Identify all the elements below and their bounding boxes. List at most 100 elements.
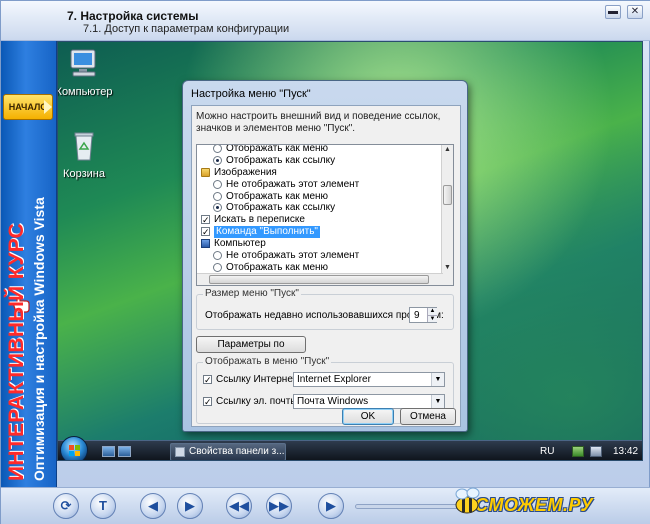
previous-button[interactable]: ◀ <box>140 493 166 519</box>
volume-tray-icon[interactable] <box>590 446 602 457</box>
tree-item-label: Не отображать этот элемент <box>226 250 360 262</box>
tree-vertical-scrollbar[interactable]: ▲ ▼ <box>441 145 453 285</box>
rewind-button[interactable]: ◀◀ <box>226 493 252 519</box>
scroll-thumb[interactable] <box>443 185 452 205</box>
group-label: Размер меню "Пуск" <box>203 288 301 299</box>
taskbar-clock[interactable]: 13:42 <box>613 446 638 457</box>
computer-icon <box>70 49 96 77</box>
tree-item[interactable]: Не отображать этот элемент <box>197 250 443 262</box>
taskbar: Свойства панели з... RU 13:42 <box>58 436 642 460</box>
app-window: 7. Настройка системы 7.1. Доступ к парам… <box>0 0 650 524</box>
close-button[interactable]: ✕ <box>627 5 643 19</box>
minimize-button[interactable]: ▬ <box>605 5 621 19</box>
tree-item[interactable]: Отображать как ссылку <box>197 155 443 167</box>
section-title: 7.1. Доступ к параметрам конфигурации <box>83 23 290 35</box>
radio-button[interactable] <box>213 251 222 261</box>
tree-item[interactable]: Отображать как меню <box>197 191 443 203</box>
start-tab-label: НАЧАЛО <box>8 102 48 112</box>
spin-up-icon[interactable]: ▲ <box>427 308 437 315</box>
menu-size-group: Размер меню "Пуск" Отображать недавно ис… <box>196 288 454 330</box>
network-tray-icon[interactable] <box>572 446 584 457</box>
recent-programs-label: Отображать недавно использовавшихся прог… <box>205 310 444 321</box>
email-client-select[interactable]: Почта Windows ▼ <box>293 394 445 409</box>
chevron-down-icon[interactable]: ▼ <box>431 395 444 408</box>
radio-button[interactable] <box>213 155 222 165</box>
tree-item[interactable]: Изображения <box>197 167 443 179</box>
radio-button[interactable] <box>213 191 222 201</box>
tree-item-label: Искать в переписке <box>214 214 305 226</box>
refresh-icon: ⟳ <box>60 498 72 513</box>
tree-item[interactable]: Не отображать этот элемент <box>197 179 443 191</box>
text-mode-button[interactable]: T <box>90 493 116 519</box>
tree-item-label: Команда "Выполнить" <box>214 226 320 239</box>
start-menu-settings-dialog: Настройка меню "Пуск" Можно настроить вн… <box>182 80 468 432</box>
player-controls: ⟳ T ◀ ▶ ◀◀ ▶▶ ▶ СМОЖЕМ.РУ <box>1 487 650 524</box>
radio-button[interactable] <box>213 203 222 213</box>
radio-button[interactable] <box>213 145 222 153</box>
arrow-right-icon <box>44 100 52 114</box>
cancel-button[interactable]: Отмена <box>400 408 456 425</box>
radio-button[interactable] <box>213 262 222 272</box>
tree-item-label: Компьютер <box>214 238 266 250</box>
internet-link-label: Ссылку Интернета: <box>216 374 306 385</box>
tree-item[interactable]: Отображать как ссылку <box>197 202 443 214</box>
desktop-icon-label: Корзина <box>63 168 105 180</box>
play-button[interactable]: ▶ <box>318 493 344 519</box>
arrow-right-icon: ▶ <box>185 498 195 513</box>
tree-item-label: Отображать как меню <box>226 144 329 154</box>
computer-icon <box>201 239 210 249</box>
spin-down-icon[interactable]: ▼ <box>427 315 437 322</box>
start-menu-items-tree[interactable]: Отображать как меню Отображать как ссылку… <box>196 144 454 286</box>
tree-item-label: Отображать как ссылку <box>226 154 336 166</box>
tree-item[interactable]: ✓ Искать в переписке <box>197 214 443 226</box>
start-tab[interactable]: НАЧАЛО <box>3 94 53 120</box>
email-link-label: Ссылку эл. почты: <box>216 396 301 407</box>
desktop-icon-recycle-bin[interactable]: Корзина <box>58 130 114 180</box>
recent-programs-value: 9 <box>414 310 420 321</box>
tree-item[interactable]: Отображать как меню <box>197 262 443 274</box>
banner-course-subtitle: Оптимизация и настройка Windows Vista <box>31 197 47 481</box>
tree-item[interactable]: Компьютер <box>197 238 443 250</box>
recent-programs-stepper[interactable]: 9 ▲ ▼ <box>409 307 437 323</box>
windows-logo-icon <box>69 445 80 456</box>
tree-horizontal-scrollbar[interactable] <box>197 273 443 285</box>
email-link-checkbox[interactable]: ✓ <box>203 397 212 407</box>
desktop: Компьютер Корзина Настройка меню "Пуск" … <box>57 41 643 461</box>
banner-course-title: ИНТЕРАКТИВНЫЙ КУРС <box>5 223 28 481</box>
checkbox[interactable]: ✓ <box>201 227 210 237</box>
scroll-down-icon[interactable]: ▼ <box>443 263 452 273</box>
next-button[interactable]: ▶ <box>177 493 203 519</box>
refresh-button[interactable]: ⟳ <box>53 493 79 519</box>
show-desktop-icon[interactable] <box>102 446 115 457</box>
text-icon: T <box>99 498 107 513</box>
tree-item[interactable]: Отображать как меню <box>197 144 443 155</box>
internet-browser-value: Internet Explorer <box>297 374 371 385</box>
fast-forward-icon: ▶▶ <box>269 498 289 513</box>
scroll-thumb[interactable] <box>209 275 429 284</box>
dialog-body: Можно настроить внешний вид и поведение … <box>191 105 461 427</box>
ok-button[interactable]: OK <box>342 408 394 425</box>
chevron-down-icon[interactable]: ▼ <box>431 373 444 386</box>
defaults-button[interactable]: Параметры по умолчанию <box>196 336 306 365</box>
language-indicator[interactable]: RU <box>540 446 554 457</box>
tree-rows: Отображать как меню Отображать как ссылку… <box>197 144 443 285</box>
taskbar-item-label: Свойства панели з... <box>189 446 285 457</box>
start-orb-button[interactable] <box>60 436 88 460</box>
bee-mascot-icon <box>455 487 480 514</box>
scroll-up-icon[interactable]: ▲ <box>443 145 452 155</box>
play-icon: ▶ <box>326 498 336 513</box>
radio-button[interactable] <box>213 179 222 189</box>
desktop-icon-computer[interactable]: Компьютер <box>57 48 114 98</box>
folder-icon <box>201 167 210 177</box>
arrow-left-icon: ◀ <box>148 498 158 513</box>
tree-item-label: Отображать как ссылку <box>226 202 336 214</box>
checkbox[interactable]: ✓ <box>201 215 210 225</box>
switch-windows-icon[interactable] <box>118 446 131 457</box>
internet-link-checkbox[interactable]: ✓ <box>203 375 212 385</box>
tree-item[interactable]: ✓ Команда "Выполнить" <box>197 226 443 239</box>
internet-browser-select[interactable]: Internet Explorer ▼ <box>293 372 445 387</box>
desktop-icon-label: Компьютер <box>57 86 113 98</box>
taskbar-item-taskbar-properties[interactable]: Свойства панели з... <box>170 443 286 460</box>
email-client-value: Почта Windows <box>297 396 369 407</box>
fast-forward-button[interactable]: ▶▶ <box>266 493 292 519</box>
